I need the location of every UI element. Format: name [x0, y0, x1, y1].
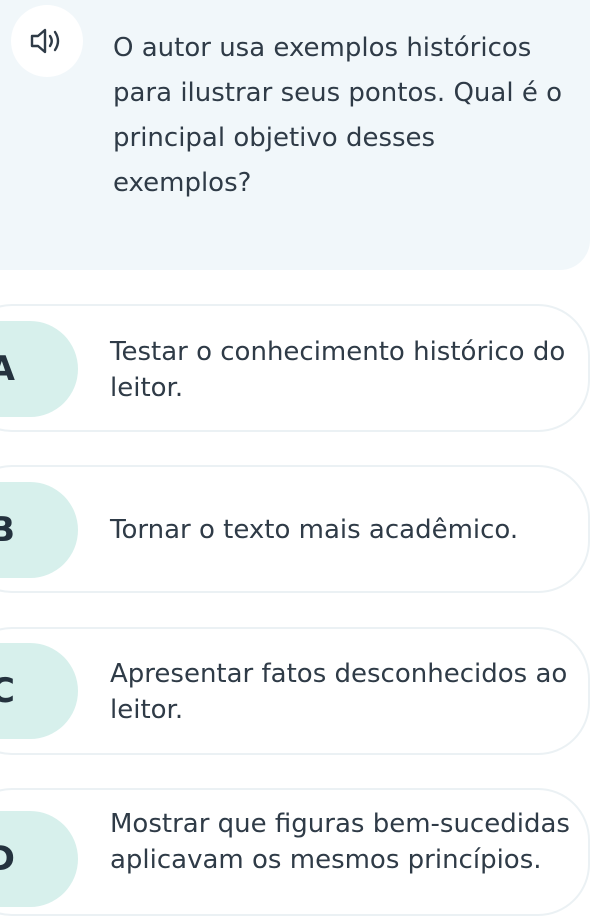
question-text: O autor usa exemplos históricos para ilu…	[113, 33, 562, 198]
speaker-icon	[30, 28, 60, 54]
audio-button[interactable]	[11, 5, 83, 77]
option-a-text: Testar o conhecimento histórico do leito…	[110, 337, 566, 403]
option-b-text: Tornar o texto mais acadêmico.	[110, 515, 519, 545]
quiz-screen: O autor usa exemplos históricos para ilu…	[0, 0, 592, 924]
option-d-text: Mostrar que figuras bem-sucedidas aplica…	[110, 809, 570, 875]
option-c-text: Apresentar fatos desconhecidos ao leitor…	[110, 659, 568, 725]
